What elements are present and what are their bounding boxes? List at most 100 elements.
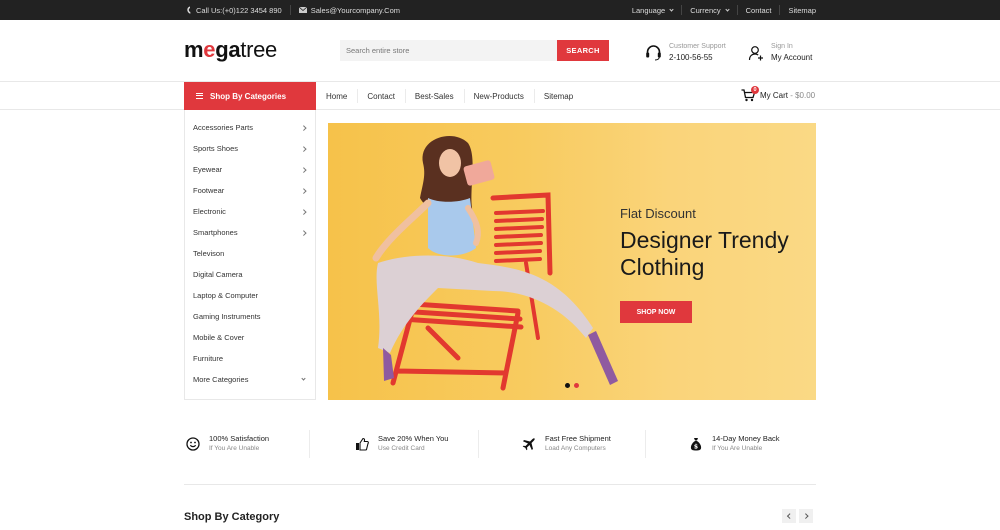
cart-total: $0.00 [795,91,816,100]
chevron-right-icon [803,513,808,519]
divider [681,5,683,15]
cart-button[interactable]: 0 My Cart - $0.00 [741,86,816,102]
slider-dot[interactable] [565,383,570,388]
more-categories-toggle[interactable]: More Categories [185,369,315,390]
chevron-down-icon [669,6,674,12]
topbar-contact-link[interactable]: Contact [740,6,778,15]
phone-info: Call Us:(+0)122 3454 890 [186,6,282,15]
nav-item-sitemap[interactable]: Sitemap [533,88,583,103]
cart-count-badge: 0 [751,86,759,94]
category-label: Footwear [193,186,225,195]
sitemap-label: Sitemap [788,5,816,15]
slider-dot-active[interactable] [574,383,579,388]
banner-title-line: Designer Trendy [620,227,789,253]
email-text: Sales@Yourcompany.Com [310,5,401,15]
more-categories-label: More Categories [193,375,249,384]
sidebar-category-item[interactable]: Televison [185,243,315,264]
nav-item-home[interactable]: Home [316,92,357,101]
sidebar-category-item[interactable]: Digital Camera [185,264,315,285]
category-label: Furniture [193,354,224,363]
feature-item: Save 20% When You Use Credit Card [309,430,482,458]
chevron-right-icon [300,167,306,172]
smiley-icon [186,437,200,451]
sidebar-category-item[interactable]: Mobile & Cover [185,327,315,348]
categories-button-label: Shop By Categories [210,91,287,101]
my-account-label: My Account [771,53,813,62]
chevron-right-icon [300,146,306,151]
sign-in-label: Sign In [771,43,793,50]
airplane-icon [522,438,535,451]
logo-part: ga [215,37,241,62]
language-dropdown[interactable]: Language [626,6,679,15]
category-label: Electronic [193,207,226,216]
cart-label: My Cart [760,91,788,100]
phone-text: Call Us:(+0)122 3454 890 [196,5,282,15]
sidebar-category-item[interactable]: Smartphones [185,222,315,243]
contact-label: Contact [745,5,772,15]
nav-item-new-products[interactable]: New-Products [463,88,534,103]
customer-support: Customer Support 2-100-56-55 [645,42,726,63]
feature-subtitle: Use Credit Card [378,445,425,452]
logo-part: tree [240,37,277,62]
slider-dots [565,383,579,388]
support-phone: 2-100-56-55 [669,53,713,62]
user-add-icon [748,45,763,60]
chevron-right-icon [300,230,306,235]
sidebar-category-item[interactable]: Eyewear [185,159,315,180]
feature-title: 100% Satisfaction [209,434,270,443]
nav-item-best-sales[interactable]: Best-Sales [404,88,464,103]
feature-item: Fast Free Shipment Load Any Computers [478,430,649,458]
chevron-right-icon [300,209,306,214]
logo[interactable]: megatree [184,37,277,63]
section-divider [184,484,816,485]
banner-subtitle: Flat Discount [620,206,696,221]
sidebar-category-item[interactable]: Footwear [185,180,315,201]
email-info[interactable]: Sales@Yourcompany.Com [298,5,401,15]
currency-dropdown[interactable]: Currency [684,6,734,15]
hamburger-icon [196,93,203,99]
language-label: Language [631,5,666,15]
category-label: Smartphones [193,228,238,237]
category-label: Gaming Instruments [193,312,261,321]
banner-title: Designer Trendy Clothing [620,227,789,281]
money-bag-icon: $ [690,438,702,451]
chevron-left-icon [787,513,792,519]
carousel-prev-button[interactable] [782,509,796,523]
divider [779,5,781,15]
shop-by-categories-button[interactable]: Shop By Categories [184,82,316,110]
sidebar-category-item[interactable]: Sports Shoes [185,138,315,159]
feature-item: $ 14-Day Money Back If You Are Unable [645,430,816,458]
search-button[interactable]: SEARCH [557,40,609,61]
category-sidebar: Accessories Parts Sports Shoes Eyewear Foot… [184,110,316,400]
nav-item-contact[interactable]: Contact [357,88,405,103]
feature-subtitle: Load Any Computers [545,445,606,452]
envelope-icon [298,7,307,13]
chevron-down-icon [301,376,306,381]
sidebar-category-item[interactable]: Laptop & Computer [185,285,315,306]
category-label: Mobile & Cover [193,333,245,342]
svg-text:$: $ [694,444,698,451]
search-input[interactable] [340,40,557,61]
shop-by-category-heading: Shop By Category [184,511,280,523]
logo-part: m [184,37,204,62]
search-bar: SEARCH [340,40,609,61]
chevron-right-icon [300,125,306,130]
top-bar: Call Us:(+0)122 3454 890 Sales@Yourcompa… [0,0,1000,20]
account-link[interactable]: Sign In My Account [748,42,812,63]
sidebar-category-item[interactable]: Accessories Parts [185,117,315,138]
feature-title: 14-Day Money Back [712,434,780,443]
topbar-sitemap-link[interactable]: Sitemap [782,6,816,15]
hero-banner[interactable]: Flat Discount Designer Trendy Clothing S… [328,123,816,400]
feature-subtitle: If You Are Unable [209,445,260,452]
feature-title: Fast Free Shipment [545,434,611,443]
banner-title-line: Clothing [620,254,705,280]
sidebar-category-item[interactable]: Furniture [185,348,315,369]
sidebar-category-item[interactable]: Gaming Instruments [185,306,315,327]
shop-now-button[interactable]: SHOP NOW [620,301,692,323]
sidebar-category-item[interactable]: Electronic [185,201,315,222]
carousel-next-button[interactable] [799,509,813,523]
category-label: Eyewear [193,165,223,174]
headset-icon [646,45,661,61]
category-label: Sports Shoes [193,144,239,153]
category-label: Televison [193,249,225,258]
